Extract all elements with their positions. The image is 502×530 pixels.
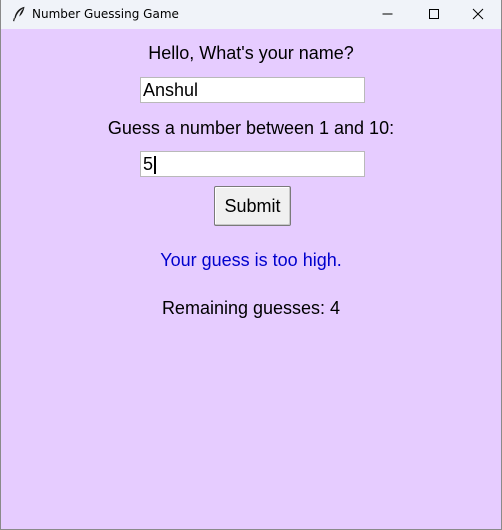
- title-bar[interactable]: Number Guessing Game: [1, 0, 501, 29]
- text-cursor: [154, 156, 156, 174]
- minimize-button[interactable]: [365, 0, 411, 29]
- submit-button[interactable]: Submit: [214, 186, 291, 226]
- minimize-icon: [382, 13, 393, 15]
- close-icon: [472, 8, 484, 20]
- app-window: Number Guessing Game Hello, What's your …: [0, 0, 502, 530]
- name-prompt-label: Hello, What's your name?: [148, 43, 354, 63]
- name-input[interactable]: [140, 77, 365, 103]
- feather-icon: [12, 6, 26, 22]
- result-message: Your guess is too high.: [160, 250, 342, 270]
- window-title: Number Guessing Game: [32, 7, 179, 21]
- close-button[interactable]: [455, 0, 501, 29]
- maximize-button[interactable]: [411, 0, 457, 29]
- maximize-icon: [429, 9, 439, 19]
- remaining-guesses-label: Remaining guesses: 4: [161, 298, 341, 318]
- guess-prompt-label: Guess a number between 1 and 10:: [107, 118, 395, 138]
- guess-input[interactable]: [140, 151, 365, 177]
- game-panel: Hello, What's your name? Guess a number …: [1, 29, 501, 529]
